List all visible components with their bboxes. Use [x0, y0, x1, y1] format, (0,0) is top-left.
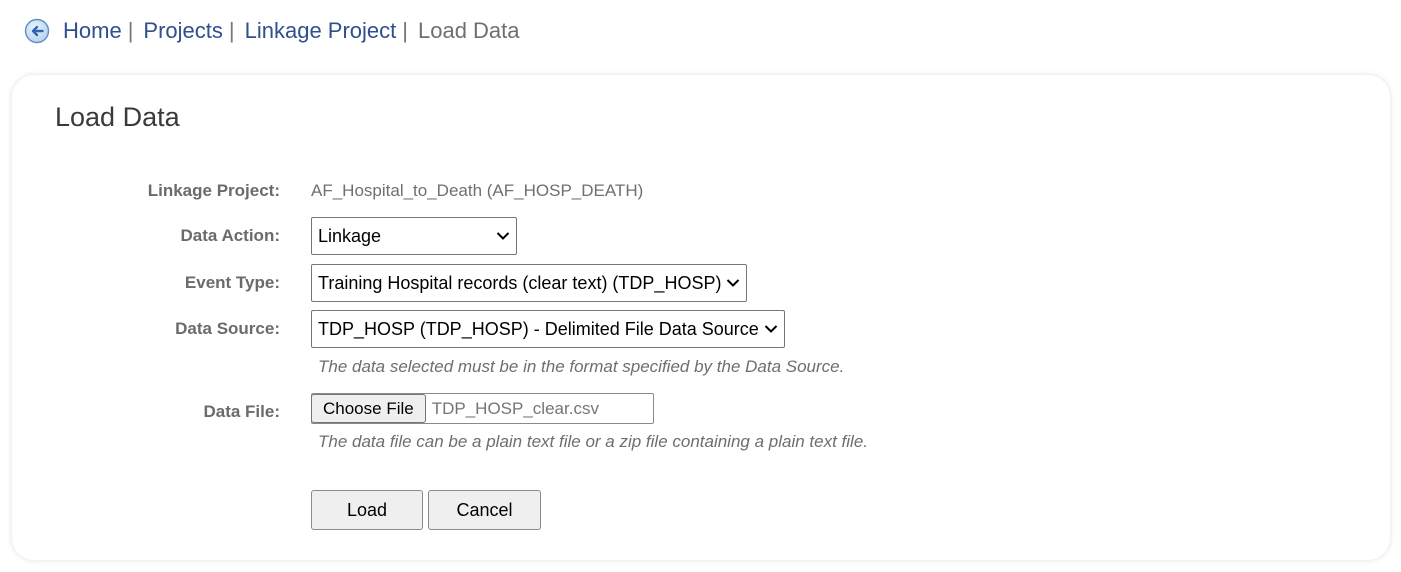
- breadcrumb-linkage-project-link[interactable]: Linkage Project: [245, 18, 397, 44]
- breadcrumb-separator: |: [127, 18, 134, 43]
- data-file-hint: The data file can be a plain text file o…: [318, 432, 868, 451]
- choose-file-button[interactable]: Choose File: [311, 394, 426, 423]
- data-file-input[interactable]: Choose File TDP_HOSP_clear.csv: [311, 393, 654, 424]
- selected-file-name: TDP_HOSP_clear.csv: [431, 398, 599, 418]
- breadcrumb-projects-link[interactable]: Projects: [143, 18, 222, 44]
- breadcrumb-separator: |: [402, 18, 408, 43]
- back-arrow-icon[interactable]: [24, 18, 50, 44]
- load-data-panel: Load Data Linkage Project: AF_Hospital_t…: [12, 75, 1390, 560]
- chevron-down-icon: [496, 231, 510, 241]
- breadcrumb-home-link[interactable]: Home: [63, 18, 122, 44]
- cancel-button[interactable]: Cancel: [428, 490, 541, 530]
- event-type-label: Event Type:: [184, 273, 280, 292]
- data-source-label: Data Source:: [175, 319, 280, 338]
- linkage-project-value: AF_Hospital_to_Death (AF_HOSP_DEATH): [311, 181, 644, 200]
- data-action-selected-value: Linkage: [318, 225, 382, 246]
- breadcrumb-current: Load Data: [417, 18, 520, 43]
- breadcrumb-separator: |: [228, 18, 235, 43]
- data-source-select[interactable]: TDP_HOSP (TDP_HOSP) - Delimited File Dat…: [311, 310, 785, 348]
- data-file-label: Data File:: [203, 402, 280, 421]
- data-action-label: Data Action:: [180, 226, 281, 245]
- linkage-project-label: Linkage Project:: [147, 181, 280, 200]
- load-button[interactable]: Load: [311, 490, 423, 530]
- event-type-select[interactable]: Training Hospital records (clear text) (…: [311, 264, 747, 302]
- event-type-selected-value: Training Hospital records (clear text) (…: [318, 272, 722, 293]
- breadcrumb: Home | Projects | Linkage Project | Load…: [24, 14, 520, 48]
- page-title: Load Data: [55, 102, 180, 132]
- data-action-select[interactable]: Linkage: [311, 217, 517, 255]
- chevron-down-icon: [726, 278, 740, 288]
- data-source-hint: The data selected must be in the format …: [318, 357, 845, 376]
- chevron-down-icon: [764, 324, 778, 334]
- data-source-selected-value: TDP_HOSP (TDP_HOSP) - Delimited File Dat…: [318, 318, 759, 339]
